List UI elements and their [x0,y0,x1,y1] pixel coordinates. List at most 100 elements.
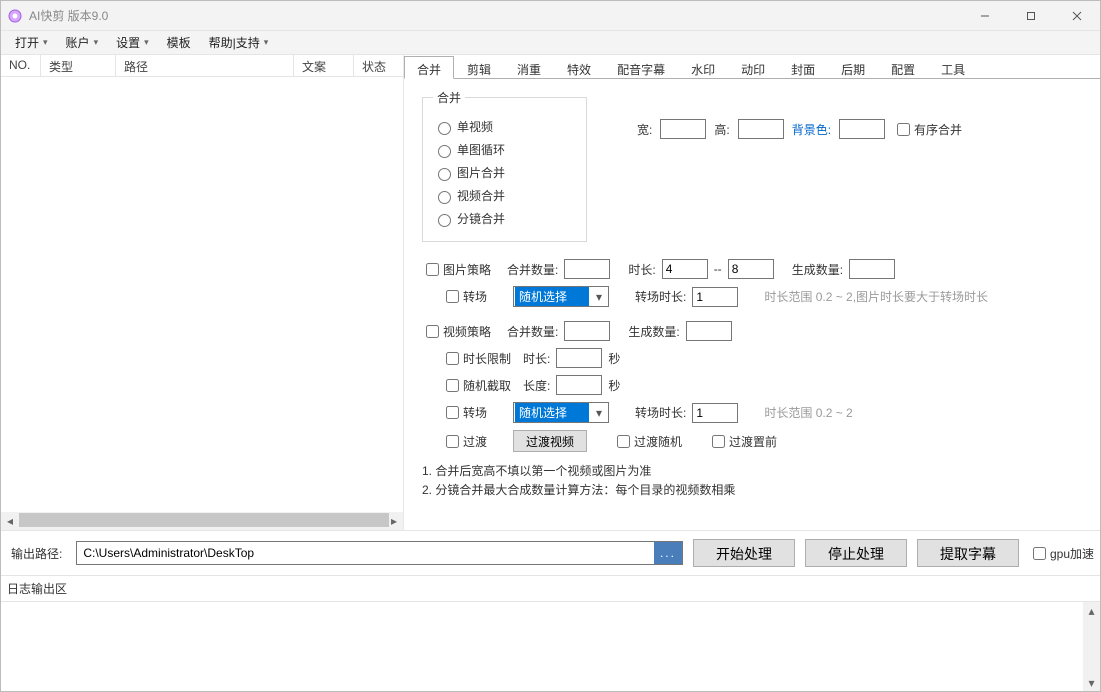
menu-account[interactable]: 账户▾ [58,32,107,53]
col-type[interactable]: 类型 [41,55,116,76]
vid-mergecount-input[interactable] [564,321,610,341]
radio-single-video[interactable] [438,122,451,135]
vid-transition-dur-input[interactable] [692,403,738,423]
img-transition-value: 随机选择 [515,287,589,306]
tab-dub[interactable]: 配音字幕 [604,56,678,79]
tab-tools[interactable]: 工具 [928,56,978,79]
vid-transition-checkbox[interactable] [446,406,459,419]
browse-button[interactable]: ... [654,542,682,564]
ordered-merge-checkbox[interactable] [897,123,910,136]
merge-mode-group: 合并 单视频 单图循环 图片合并 视频合并 分镜合并 [422,89,587,242]
tabs: 合并 剪辑 消重 特效 配音字幕 水印 动印 封面 后期 配置 工具 [404,55,1100,79]
output-row: 输出路径: ... 开始处理 停止处理 提取字幕 gpu加速 [1,530,1100,575]
width-input[interactable] [660,119,706,139]
length-input[interactable] [556,375,602,395]
random-crop-checkbox[interactable] [446,379,459,392]
image-strategy-checkbox[interactable] [426,263,439,276]
cross-checkbox[interactable] [446,435,459,448]
cross-before-checkbox[interactable] [712,435,725,448]
menu-settings[interactable]: 设置▾ [108,32,157,53]
scroll-down-icon[interactable]: ▾ [1083,674,1100,691]
help-line-1: 1. 合并后宽高不填以第一个视频或图片为准 [422,462,1082,481]
bgcolor-label[interactable]: 背景色: [792,121,831,138]
img-transition-dur-label: 转场时长: [635,288,686,305]
start-button[interactable]: 开始处理 [693,539,795,567]
menu-template[interactable]: 模板 [159,32,199,53]
img-mergecount-input[interactable] [564,259,610,279]
tab-dedup[interactable]: 消重 [504,56,554,79]
chevron-down-icon: ▾ [43,37,48,48]
img-gencount-input[interactable] [849,259,895,279]
time-limit-val-label: 时长: [523,350,550,367]
scroll-thumb[interactable] [19,513,389,527]
menu-open[interactable]: 打开▾ [7,32,56,53]
col-copy[interactable]: 文案 [294,55,354,76]
img-transition-label: 转场 [463,288,487,305]
vid-gencount-input[interactable] [686,321,732,341]
scroll-track[interactable] [19,512,385,530]
vscrollbar[interactable]: ▴ ▾ [1083,602,1100,691]
extract-subtitle-button[interactable]: 提取字幕 [917,539,1019,567]
tab-config[interactable]: 配置 [878,56,928,79]
sec-suffix-2: 秒 [608,377,620,394]
radio-video-merge[interactable] [438,191,451,204]
radio-single-loop[interactable] [438,145,451,158]
app-window: AI快剪 版本9.0 打开▾ 账户▾ 设置▾ 模板 帮助|支持▾ NO. 类型 … [0,0,1101,692]
tab-watermark[interactable]: 水印 [678,56,728,79]
tab-clip[interactable]: 剪辑 [454,56,504,79]
height-label: 高: [714,121,729,138]
vid-transition-label: 转场 [463,404,487,421]
radio-shot-merge[interactable] [438,214,451,227]
time-limit-checkbox[interactable] [446,352,459,365]
cross-before-label: 过渡置前 [729,433,777,450]
img-duration-from-input[interactable] [662,259,708,279]
img-duration-to-input[interactable] [728,259,774,279]
vid-gencount-label: 生成数量: [628,323,679,340]
settings-panel: 合并 剪辑 消重 特效 配音字幕 水印 动印 封面 后期 配置 工具 合并 单视… [404,55,1100,530]
list-empty-area[interactable] [1,77,403,512]
img-transition-select[interactable]: 随机选择 ▾ [513,286,609,307]
length-label: 长度: [523,377,550,394]
gpu-checkbox[interactable] [1033,547,1046,560]
minimize-button[interactable] [962,1,1008,31]
log-area[interactable]: ▴ ▾ [1,601,1100,691]
cross-random-checkbox[interactable] [617,435,630,448]
video-strategy-label: 视频策略 [443,323,501,340]
tab-cover[interactable]: 封面 [778,56,828,79]
img-mergecount-label: 合并数量: [507,261,558,278]
cross-video-button[interactable]: 过渡视频 [513,430,587,452]
img-transition-dur-input[interactable] [692,287,738,307]
window-title: AI快剪 版本9.0 [29,7,108,24]
vid-transition-value: 随机选择 [515,403,589,422]
col-no[interactable]: NO. [1,55,41,76]
vid-transition-select[interactable]: 随机选择 ▾ [513,402,609,423]
radio-single-video-label: 单视频 [457,118,493,135]
close-button[interactable] [1054,1,1100,31]
tab-merge[interactable]: 合并 [404,56,454,79]
tab-effects[interactable]: 特效 [554,56,604,79]
time-limit-input[interactable] [556,348,602,368]
stop-button[interactable]: 停止处理 [805,539,907,567]
scroll-left-icon[interactable]: ◂ [1,512,19,530]
col-status[interactable]: 状态 [354,55,403,76]
height-input[interactable] [738,119,784,139]
output-path-input[interactable] [77,542,654,564]
bgcolor-input[interactable] [839,119,885,139]
maximize-button[interactable] [1008,1,1054,31]
task-list-panel: NO. 类型 路径 文案 状态 ◂ ▸ [1,55,404,530]
video-strategy-checkbox[interactable] [426,325,439,338]
scroll-up-icon[interactable]: ▴ [1083,602,1100,619]
img-transition-checkbox[interactable] [446,290,459,303]
tab-moving[interactable]: 动印 [728,56,778,79]
app-icon [7,8,23,24]
vid-transition-dur-label: 转场时长: [635,404,686,421]
menu-help[interactable]: 帮助|支持▾ [201,32,277,53]
merge-legend: 合并 [433,89,465,106]
tab-post[interactable]: 后期 [828,56,878,79]
dimensions-row: 宽: 高: 背景色: 有序合并 [637,119,962,139]
hscrollbar[interactable]: ◂ ▸ [1,512,403,530]
sec-suffix-1: 秒 [608,350,620,367]
col-path[interactable]: 路径 [116,55,294,76]
titlebar: AI快剪 版本9.0 [1,1,1100,31]
radio-image-merge[interactable] [438,168,451,181]
